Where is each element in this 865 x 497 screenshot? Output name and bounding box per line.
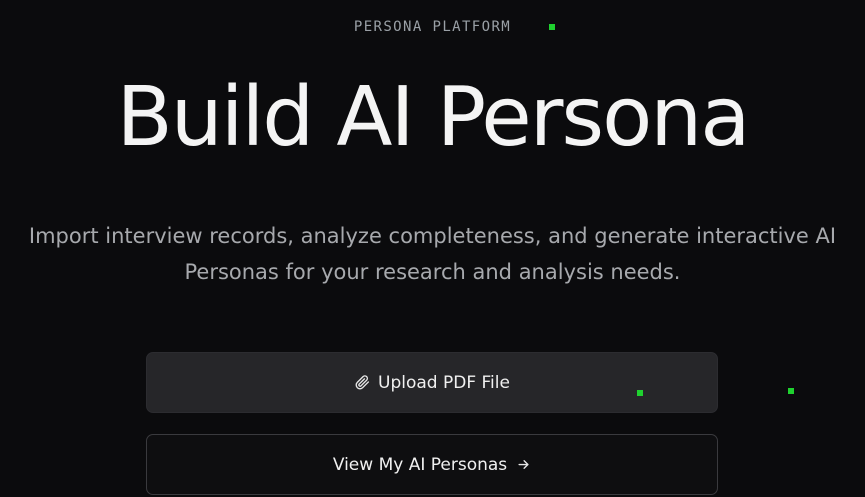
view-personas-button[interactable]: View My AI Personas (146, 434, 718, 495)
landing-page: PERSONA PLATFORM Build AI Persona Import… (0, 0, 865, 497)
green-marker (549, 24, 555, 30)
page-title: Build AI Persona (116, 70, 750, 165)
green-marker (788, 388, 794, 394)
arrow-right-icon (515, 457, 531, 473)
platform-eyebrow: PERSONA PLATFORM (353, 19, 512, 35)
green-marker (637, 390, 643, 396)
view-personas-label: View My AI Personas (332, 454, 508, 475)
page-subtitle: Import interview records, analyze comple… (28, 224, 837, 284)
paperclip-icon (354, 375, 370, 391)
upload-pdf-label: Upload PDF File (378, 372, 510, 393)
upload-pdf-button[interactable]: Upload PDF File (146, 352, 718, 413)
